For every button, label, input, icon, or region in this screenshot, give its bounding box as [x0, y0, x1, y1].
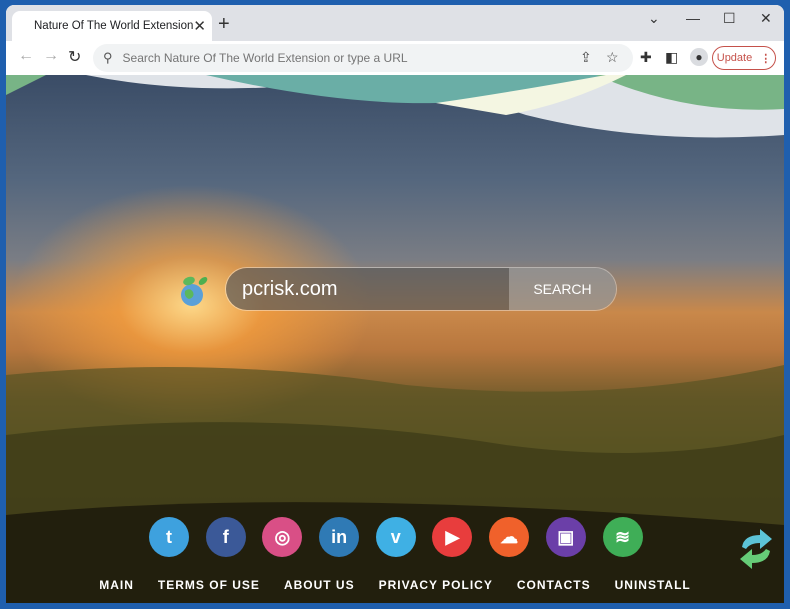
- linkedin-icon[interactable]: in: [319, 517, 360, 557]
- landscape-hills: [6, 365, 784, 603]
- update-label: Update: [716, 52, 753, 64]
- minimize-icon[interactable]: —: [686, 10, 700, 26]
- twitch-icon[interactable]: ▣: [545, 517, 586, 557]
- search-button[interactable]: SEARCH: [509, 268, 616, 310]
- vimeo-icon[interactable]: v: [375, 517, 416, 557]
- page-content: SEARCH tf ◎ inv ▶ ☁ ▣ ≋ MAIN TERMS OF USE ABOUT …: [6, 75, 784, 603]
- refresh-arrows-icon[interactable]: [736, 527, 776, 571]
- close-tab-icon[interactable]: ✕: [193, 17, 206, 35]
- facebook-icon[interactable]: f: [205, 517, 246, 557]
- tab-search-icon[interactable]: ⌄: [648, 10, 660, 27]
- footer-link-contacts[interactable]: CONTACTS: [517, 578, 591, 592]
- profile-avatar-icon[interactable]: ●: [690, 48, 708, 66]
- nature-globe-logo: [181, 276, 208, 306]
- footer-link-main[interactable]: MAIN: [99, 578, 134, 592]
- footer-link-privacy-policy[interactable]: PRIVACY POLICY: [379, 578, 493, 592]
- browser-window: Nature Of The World Extension ✕ + ⌄ — ☐ …: [6, 5, 784, 603]
- tab-title: Nature Of The World Extension: [34, 20, 194, 32]
- search-input[interactable]: [226, 268, 509, 310]
- decorative-wave: [6, 75, 784, 138]
- menu-kebab-icon[interactable]: ⋮: [760, 52, 771, 65]
- footer-link-about-us[interactable]: ABOUT US: [284, 578, 355, 592]
- footer-link-terms-of-use[interactable]: TERMS OF USE: [158, 578, 260, 592]
- tab-strip: Nature Of The World Extension ✕ + ⌄ — ☐ …: [6, 5, 784, 41]
- instagram-icon[interactable]: ◎: [262, 517, 303, 557]
- maximize-icon[interactable]: ☐: [723, 10, 736, 27]
- soundcloud-icon[interactable]: ☁: [489, 517, 530, 557]
- search-form: SEARCH: [226, 268, 616, 310]
- youtube-icon[interactable]: ▶: [432, 517, 473, 557]
- update-button[interactable]: Update ⋮: [712, 46, 776, 70]
- twitter-icon[interactable]: t: [149, 517, 189, 557]
- new-tab-icon[interactable]: +: [218, 13, 230, 36]
- toolbar: ← → ↻ ⚲ ⇪ ☆ ✚ ◧ ● Update ⋮: [6, 41, 784, 75]
- footer-link-uninstall[interactable]: UNINSTALL: [615, 578, 691, 592]
- reload-icon[interactable]: ↻: [68, 47, 81, 67]
- active-tab[interactable]: Nature Of The World Extension ✕: [12, 11, 212, 41]
- spotify-icon[interactable]: ≋: [602, 517, 643, 557]
- address-input[interactable]: [120, 50, 565, 66]
- social-links: t f ◎ in v ▶ ☁ ▣ ≋: [149, 517, 659, 557]
- extensions-puzzle-icon[interactable]: ✚: [640, 49, 652, 66]
- address-bar[interactable]: ⚲ ⇪ ☆: [93, 44, 633, 72]
- bookmark-star-icon[interactable]: ☆: [606, 49, 619, 66]
- forward-icon[interactable]: →: [43, 47, 59, 65]
- side-panel-icon[interactable]: ◧: [665, 49, 678, 66]
- search-icon: ⚲: [103, 50, 113, 65]
- back-icon[interactable]: ←: [18, 47, 34, 65]
- share-icon[interactable]: ⇪: [580, 49, 592, 66]
- footer-nav: MAIN TERMS OF USE ABOUT US PRIVACY POLICY CO…: [6, 578, 784, 592]
- close-window-icon[interactable]: ✕: [760, 10, 772, 27]
